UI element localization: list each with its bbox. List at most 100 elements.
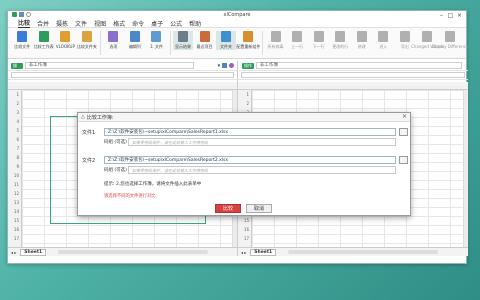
pwd1-input[interactable]: 如果受密码保护，请在此处输入工作簿密码 — [128, 138, 396, 146]
right-sheet-tab[interactable]: Sheet1 — [250, 248, 277, 256]
ribbon-button-display-difference[interactable]: Display Difference — [432, 31, 468, 49]
ribbon-button-folder[interactable]: 文件夹 — [215, 31, 237, 50]
right-formula-input[interactable] — [241, 72, 465, 78]
ribbon-separator — [100, 31, 102, 55]
ribbon-label: 上一行 — [291, 44, 304, 49]
ribbon-button-recent-items[interactable]: 最近项目 — [194, 31, 215, 50]
row-number: 4 — [16, 119, 19, 124]
file1-browse-button[interactable] — [399, 128, 408, 136]
compare-files-icon — [17, 31, 28, 42]
row-number: 16 — [13, 227, 19, 232]
row-number: 15 — [243, 218, 249, 223]
dialog-error: 请选择不同的文件进行对比 — [104, 194, 156, 199]
left-dropdown-icon[interactable]: ▾ — [218, 63, 221, 69]
left-horizontal-scrollbar[interactable] — [58, 250, 209, 254]
edit-columns-icon — [129, 31, 140, 42]
ribbon-label: 比较文件夹 — [76, 44, 97, 49]
cancel-button[interactable]: 取消 — [246, 204, 272, 213]
ribbon-label: 编辑列 — [128, 44, 141, 49]
row-number: 12 — [13, 191, 19, 196]
ribbon-button-compare-files[interactable]: 比较文件 — [12, 31, 33, 50]
dialog-title: 比较工作簿: — [86, 114, 114, 121]
right-sheet-bar: ◂ ▸ Sheet1 — [238, 247, 468, 256]
left-sheet-nav-icon[interactable]: ◂ ▸ — [11, 250, 16, 255]
row-number: 16 — [243, 227, 249, 232]
display-difference-icon — [445, 31, 456, 42]
ribbon-button-edit-columns[interactable]: 编辑列 — [125, 31, 146, 50]
ribbon-button-next-row[interactable]: 下一行 — [308, 31, 329, 50]
pwd2-row: 码组 (可选) 如果受密码保护，请在此处输入工作簿密码 — [104, 166, 396, 174]
menu-command[interactable]: 命令 — [132, 19, 144, 28]
left-save-icon[interactable] — [222, 63, 228, 68]
ribbon-button-enter[interactable]: 进入 — [373, 31, 394, 50]
ribbon-button-config[interactable]: 配置重新组件 — [236, 31, 261, 50]
file1-row: 文件1 Z:\Z:\软件安装包\~setup\xlCompare\SalesRe… — [82, 128, 408, 136]
row-number: 2 — [16, 101, 19, 106]
ribbon-label: VLOOKUP — [55, 44, 75, 49]
ribbon-label: 修改 — [357, 44, 366, 49]
row-number: 17 — [13, 236, 19, 241]
ribbon-label: 比较工作表 — [33, 44, 54, 49]
ribbon-label: 3. 文件 — [149, 44, 164, 49]
menu-format[interactable]: 格式 — [113, 19, 125, 28]
menu-help[interactable]: 帮助 — [189, 19, 201, 28]
ribbon-button-changed-rows[interactable]: 更改的行 — [330, 31, 351, 50]
minimize-icon[interactable]: – — [437, 11, 446, 19]
right-vertical-scrollbar[interactable] — [463, 90, 468, 247]
ribbon-button-modify[interactable]: 修改 — [351, 31, 372, 50]
ribbon: 比较文件 比较工作表 VLOOKUP 比较文件夹 选项 编辑列 3. 文件 显示结果 最近项目 文… — [8, 28, 468, 59]
menu-table[interactable]: 桌子 — [151, 19, 163, 28]
title-bar: xlCompare – □ × — [8, 11, 466, 19]
menu-file[interactable]: 文件 — [75, 19, 87, 28]
left-toolbar: 操作 非工作簿 ▾ — [8, 61, 238, 74]
ribbon-button-all-changes[interactable]: 所有病毒 — [265, 31, 286, 50]
ribbon-button-show-results[interactable]: 显示结果 — [172, 31, 194, 50]
left-formula-input[interactable] — [11, 72, 234, 78]
compare-button[interactable]: 比较 — [215, 204, 241, 213]
ribbon-label: 文件夹 — [220, 44, 233, 49]
menu-view[interactable]: 视图 — [94, 19, 106, 28]
left-info-icon[interactable] — [229, 63, 234, 68]
right-horizontal-scrollbar[interactable] — [288, 250, 439, 254]
pwd2-label: 码组 (可选) — [104, 168, 127, 173]
ribbon-button-options[interactable]: 选项 — [103, 31, 124, 50]
row-number: 11 — [13, 182, 19, 187]
compare-workbooks-dialog: △ 比较工作簿: × 文件1 Z:\Z:\软件安装包\~setup\xlComp… — [77, 112, 411, 216]
ribbon-button-compare-sheets[interactable]: 比较工作表 — [34, 31, 55, 50]
pwd2-input[interactable]: 如果受密码保护，请在此处输入工作簿密码 — [128, 166, 396, 174]
ribbon-label: 最近项目 — [196, 44, 213, 49]
file2-label: 文件2 — [82, 157, 96, 164]
row-number: 10 — [13, 173, 19, 178]
pwd1-label: 码组 (可选) — [104, 140, 127, 145]
ribbon-button-prev-row[interactable]: 上一行 — [287, 31, 308, 50]
file2-browse-button[interactable] — [399, 156, 408, 164]
export-icon — [399, 31, 410, 42]
menu-extract[interactable]: 摄拣 — [56, 19, 68, 28]
left-sheet-tab[interactable]: Sheet1 — [20, 248, 47, 256]
ribbon-button-compare-folder[interactable]: 比较文件夹 — [77, 31, 98, 50]
right-path-field[interactable]: 非工作簿 — [256, 62, 462, 69]
menu-formula[interactable]: 公式 — [170, 19, 182, 28]
compare-sheets-icon — [38, 31, 49, 42]
left-action-tag[interactable]: 操作 — [11, 62, 23, 74]
ribbon-button-vlookup[interactable]: VLOOKUP — [55, 31, 76, 49]
show-results-icon — [177, 31, 188, 42]
row-number: 8 — [16, 155, 19, 160]
right-sheet-nav-icon[interactable]: ◂ ▸ — [241, 250, 246, 255]
file2-input[interactable]: Z:\Z:\软件安装包\~setup\xlCompare\SalesReport… — [104, 156, 396, 164]
ribbon-button-three-files[interactable]: 3. 文件 — [146, 31, 167, 50]
menu-compare[interactable]: 比较 — [18, 18, 31, 28]
ribbon-label: 导出 — [400, 44, 409, 49]
enter-icon — [378, 31, 389, 42]
dialog-close-icon[interactable]: × — [402, 113, 407, 120]
row-number: 7 — [16, 146, 19, 151]
maximize-icon[interactable]: □ — [446, 11, 455, 19]
file1-input[interactable]: Z:\Z:\软件安装包\~setup\xlCompare\SalesReport… — [104, 128, 396, 136]
menu-merge[interactable]: 合并 — [37, 19, 49, 28]
right-action-tag[interactable]: 操作 — [242, 62, 254, 69]
ribbon-label: 配置重新组件 — [236, 44, 261, 49]
vlookup-icon — [60, 31, 71, 42]
ribbon-label: 选项 — [109, 44, 118, 49]
close-icon[interactable]: × — [455, 11, 464, 19]
left-path-field[interactable]: 非工作簿 — [24, 62, 194, 69]
